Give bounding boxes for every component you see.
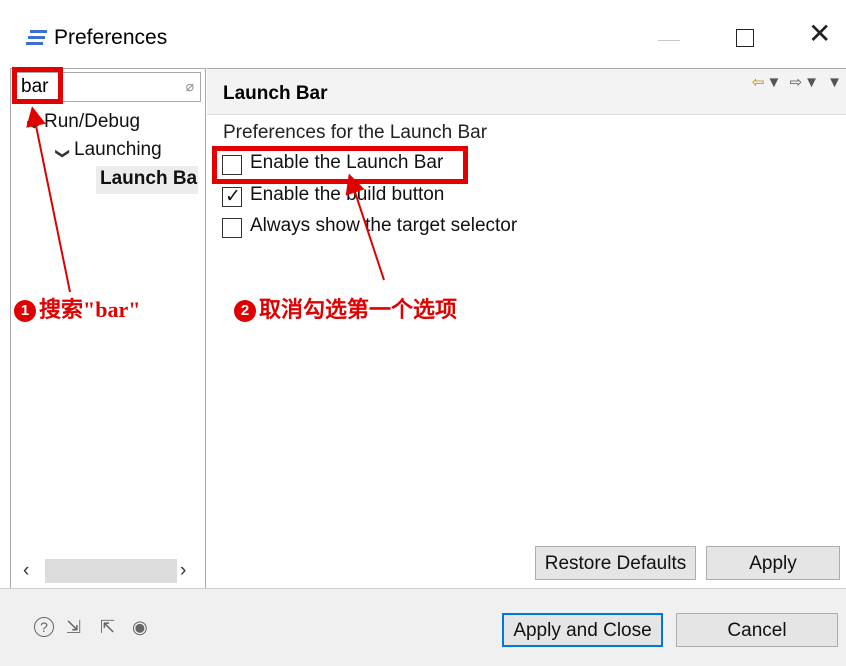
annotation-step-2: 2 取消勾选第一个选项 [234, 292, 457, 324]
step-2-text: 取消勾选第一个选项 [259, 297, 458, 322]
annotation-step-1: 1 搜索"bar" [14, 292, 140, 324]
step-2-number: 2 [234, 300, 256, 322]
arrow-to-option [345, 173, 385, 281]
arrow-to-filter [26, 106, 71, 293]
annotation-arrows [26, 106, 385, 293]
step-1-number: 1 [14, 300, 36, 322]
step-1-text: 搜索"bar" [39, 297, 141, 322]
